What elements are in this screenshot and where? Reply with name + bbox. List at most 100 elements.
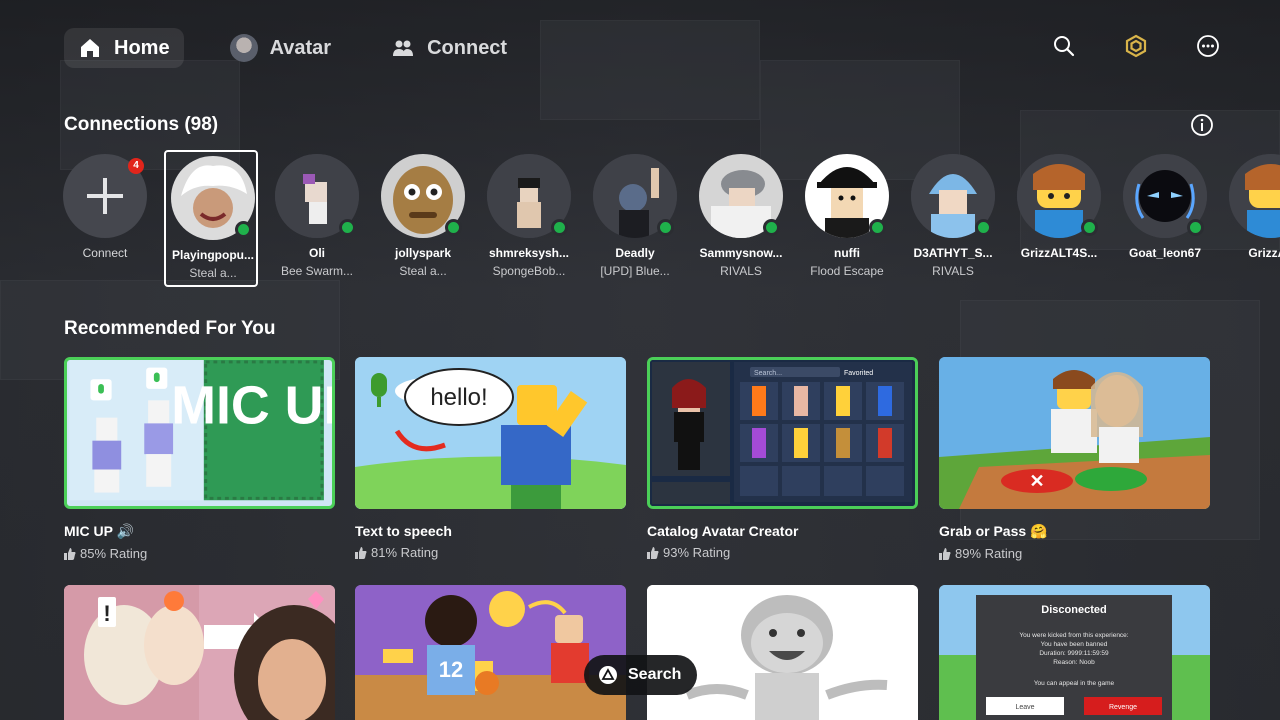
friend-item[interactable]: GrizzAL [1224, 150, 1280, 287]
connections-row: 4 Connect Playingpopu... Steal a... Oli … [58, 150, 1280, 290]
online-status-dot [445, 219, 462, 236]
svg-text:!: ! [103, 601, 110, 626]
game-thumbnail: Disconected You were kicked from this ex… [939, 585, 1210, 720]
bg-block [540, 20, 760, 120]
recommended-title: Recommended For You [64, 318, 276, 339]
game-card-mic-up[interactable]: MIC UP MIC UP 🔊 85% Rating [64, 357, 335, 561]
friend-name: Playingpopu... [171, 248, 254, 262]
friend-game: Bee Swarm... [280, 264, 354, 278]
mic-up-art: MIC UP [69, 360, 332, 501]
game-art: 12 [355, 585, 626, 720]
friend-name: Deadly [615, 246, 655, 260]
game-card-text-to-speech[interactable]: hello! Text to speech 81% Rating [355, 357, 626, 560]
online-status-dot [657, 219, 674, 236]
game-thumbnail: Search... Favorited [647, 357, 918, 509]
rating-text: 81% Rating [371, 545, 439, 560]
game-card[interactable]: Disconected You were kicked from this ex… [939, 585, 1210, 720]
tts-art: hello! [355, 357, 626, 509]
more-icon[interactable] [1196, 34, 1220, 58]
game-rating: 81% Rating [355, 545, 626, 560]
disconnect-line: You can appeal in the game [1034, 680, 1115, 687]
game-card-grab-or-pass[interactable]: ✕ Grab or Pass 🤗 89% Rating [939, 357, 1210, 561]
online-status-dot [551, 219, 568, 236]
game-title: Catalog Avatar Creator [647, 523, 799, 539]
svg-text:✕: ✕ [1029, 471, 1044, 491]
friend-name: Oli [308, 246, 325, 260]
game-rating: 85% Rating [64, 546, 335, 561]
thumb-fav-text: Favorited [844, 370, 873, 377]
rating-text: 93% Rating [663, 545, 731, 560]
game-title: MIC UP 🔊 [64, 523, 135, 539]
rating-text: 89% Rating [955, 546, 1023, 561]
thumb-search-text: Search... [754, 370, 782, 377]
game-thumbnail [647, 585, 918, 720]
top-right-icons [1052, 34, 1220, 58]
info-icon[interactable] [1190, 113, 1214, 137]
catalog-art: Search... Favorited [650, 360, 915, 506]
friend-item[interactable]: nuffi Flood Escape [800, 150, 894, 287]
svg-text:12: 12 [439, 657, 463, 682]
thumb-text: hello! [430, 384, 487, 411]
friend-item[interactable]: Sammysnow... RIVALS [694, 150, 788, 287]
notification-badge: 4 [128, 158, 144, 174]
game-card[interactable]: ! [64, 585, 335, 720]
friend-item[interactable]: Goat_leon67 [1118, 150, 1212, 287]
nav-connect[interactable]: Connect [377, 28, 521, 68]
online-status-dot [235, 221, 252, 238]
game-title: Text to speech [355, 523, 452, 539]
online-status-dot [1081, 219, 1098, 236]
friend-item[interactable]: shmreksysh... SpongeBob... [482, 150, 576, 287]
thumbs-up-icon [64, 547, 76, 560]
online-status-dot [975, 219, 992, 236]
connect-add-button[interactable]: 4 Connect [58, 150, 152, 287]
disconnect-line: You were kicked from this experience: [1019, 632, 1128, 639]
search-icon[interactable] [1052, 34, 1076, 58]
disconnect-line: You have been banned [1041, 641, 1108, 648]
friend-avatar [1229, 154, 1280, 238]
game-card-catalog-avatar-creator[interactable]: Search... Favorited Catalog Avatar Creat… [647, 357, 918, 560]
nav-home[interactable]: Home [64, 28, 184, 68]
game-thumbnail: MIC UP [64, 357, 335, 509]
friend-item[interactable]: jollyspark Steal a... [376, 150, 470, 287]
disconnect-line: Duration: 9999:11:59:59 [1039, 650, 1109, 657]
game-art: Disconected You were kicked from this ex… [939, 585, 1210, 720]
friend-name: GrizzALT4S... [1020, 246, 1098, 260]
thumbs-up-icon [939, 547, 951, 560]
friend-game: Flood Escape [810, 264, 884, 278]
online-status-dot [339, 219, 356, 236]
online-status-dot [869, 219, 886, 236]
game-card[interactable]: 12 [355, 585, 626, 720]
game-thumbnail: 12 [355, 585, 626, 720]
search-button[interactable]: Search [584, 655, 697, 695]
connections-title: Connections (98) [64, 114, 219, 135]
thumb-text: MIC UP [171, 375, 332, 435]
revenge-text: Revenge [1109, 704, 1137, 711]
friend-item[interactable]: D3ATHYT_S... RIVALS [906, 150, 1000, 287]
friend-item[interactable]: Deadly [UPD] Blue... [588, 150, 682, 287]
friend-name: jollyspark [394, 246, 452, 260]
game-card[interactable] [647, 585, 918, 720]
game-rating: 89% Rating [939, 546, 1210, 561]
nav-avatar-label: Avatar [269, 36, 332, 59]
friend-item[interactable]: Playingpopu... Steal a... [164, 150, 258, 287]
game-title: Grab or Pass 🤗 [939, 523, 1048, 539]
disconnect-title: Disconected [1041, 604, 1106, 616]
friend-item[interactable]: GrizzALT4S... [1012, 150, 1106, 287]
friend-name: Goat_leon67 [1128, 246, 1202, 260]
nav-connect-label: Connect [427, 36, 508, 59]
friend-item[interactable]: Oli Bee Swarm... [270, 150, 364, 287]
friend-game: [UPD] Blue... [600, 264, 670, 278]
friend-name: shmreksysh... [488, 246, 570, 260]
robux-icon[interactable] [1124, 34, 1148, 58]
search-button-label: Search [628, 666, 682, 683]
nav-avatar[interactable]: Avatar [216, 28, 346, 68]
leave-text: Leave [1015, 704, 1034, 711]
friend-game: Steal a... [399, 264, 447, 278]
people-icon [393, 40, 414, 56]
game-art [647, 585, 918, 720]
nav-home-label: Home [114, 36, 170, 59]
avatar-image [1229, 154, 1280, 238]
game-rating: 93% Rating [647, 545, 918, 560]
friend-name: D3ATHYT_S... [913, 246, 993, 260]
friend-game: RIVALS [932, 264, 974, 278]
